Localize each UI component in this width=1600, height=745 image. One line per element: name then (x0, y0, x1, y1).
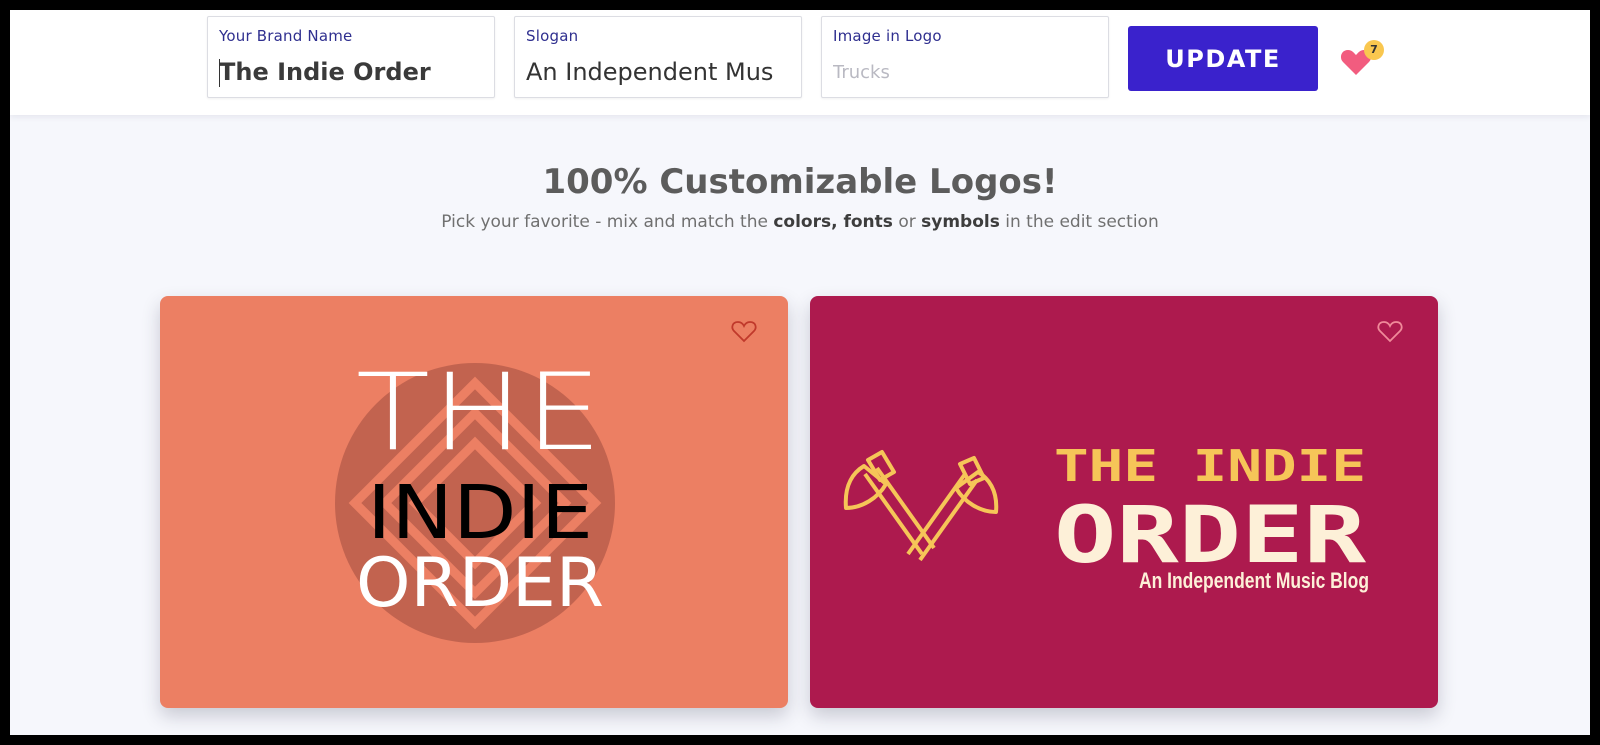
subtitle-mid: or (892, 212, 922, 232)
card-2-favorite-heart-icon[interactable] (1376, 318, 1404, 344)
logo-preview-2: THE INDIE ORDER An Independent Music Blo… (843, 441, 1369, 593)
editor-toolbar: Your Brand Name Slogan Image in Logo UPD… (10, 10, 1590, 115)
image-in-logo-label: Image in Logo (833, 27, 942, 45)
logo-1-line-3: ORDER (356, 544, 604, 623)
brand-name-field[interactable]: Your Brand Name (207, 16, 495, 98)
slogan-field[interactable]: Slogan (514, 16, 802, 98)
image-in-logo-input[interactable] (833, 57, 1095, 87)
favorites-count-badge: 7 (1364, 40, 1384, 60)
favorites-button[interactable]: 7 (1340, 40, 1390, 80)
subtitle-bold-colors-fonts: colors, fonts (773, 212, 893, 232)
update-button[interactable]: UPDATE (1128, 26, 1318, 91)
app-frame: Your Brand Name Slogan Image in Logo UPD… (10, 10, 1590, 735)
text-caret (219, 59, 220, 87)
logo-2-slogan: An Independent Music Blog (1139, 568, 1369, 593)
logo-card-2[interactable]: THE INDIE ORDER An Independent Music Blo… (810, 296, 1438, 708)
brand-name-input[interactable] (219, 57, 481, 87)
crossed-axes-icon (843, 450, 999, 562)
subtitle-prefix: Pick your favorite - mix and match the (441, 212, 774, 232)
subtitle-suffix: in the edit section (999, 212, 1159, 232)
logo-1-line-1: THE (356, 351, 604, 474)
brand-name-label: Your Brand Name (219, 27, 353, 45)
slogan-label: Slogan (526, 27, 579, 45)
logo-preview-1: THE INDIE ORDER (335, 351, 615, 643)
subtitle-bold-symbols: symbols (921, 212, 1000, 232)
logo-card-1[interactable]: THE INDIE ORDER (160, 296, 788, 708)
image-in-logo-field[interactable]: Image in Logo (821, 16, 1109, 98)
page-subtitle: Pick your favorite - mix and match the c… (10, 212, 1590, 232)
slogan-input[interactable] (526, 57, 788, 87)
page-title: 100% Customizable Logos! (542, 162, 1058, 202)
card-1-favorite-heart-icon[interactable] (730, 318, 758, 344)
logo-2-line-1: THE INDIE (1054, 441, 1366, 492)
